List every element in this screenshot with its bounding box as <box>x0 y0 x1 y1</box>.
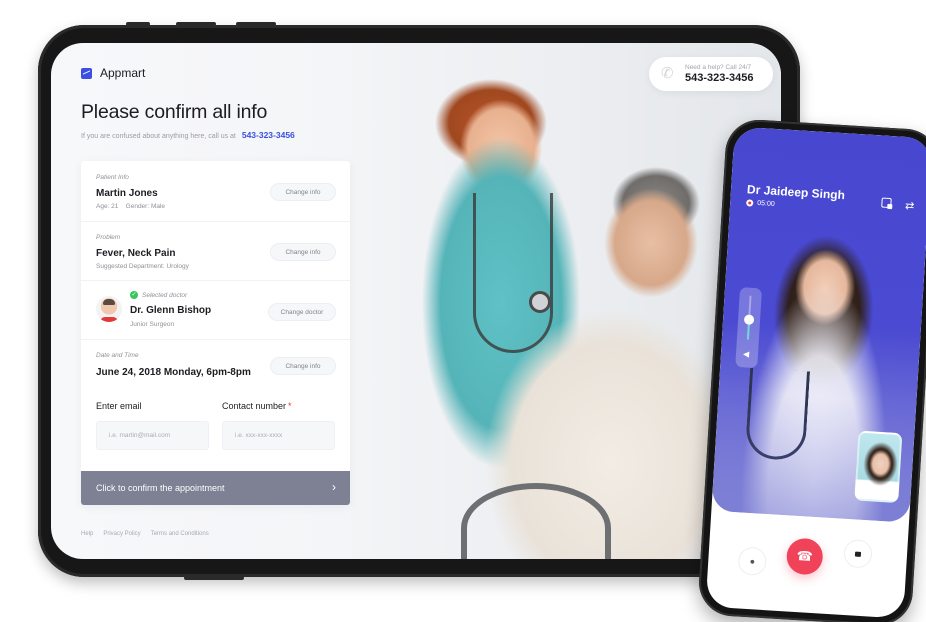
camera-toggle-button[interactable] <box>843 538 873 569</box>
help-phone-number[interactable]: 543-323-3456 <box>685 72 754 84</box>
wheelchair-shape <box>461 483 611 559</box>
call-controls: ● ☎ <box>707 531 908 593</box>
footer-link-help[interactable]: Help <box>81 531 93 537</box>
contact-number-label: Contact number * <box>222 401 292 411</box>
volume-knob[interactable] <box>743 314 755 326</box>
brand-name: Appmart <box>100 66 146 80</box>
patient-age: Age: 21 <box>96 203 119 210</box>
picture-in-picture-icon[interactable] <box>880 197 892 209</box>
page-title: Please confirm all info <box>81 101 268 123</box>
stethoscope-bell-shape <box>529 291 551 313</box>
doctor-row: ✓ Selected doctor Dr. Glenn Bishop Junio… <box>81 281 350 340</box>
patient-info-row: Patient Info Martin Jones Age: 21 Gender… <box>81 161 350 222</box>
mute-button[interactable]: ● <box>737 546 768 577</box>
volume-slider[interactable]: ◀ <box>735 287 763 369</box>
patient-name: Martin Jones <box>96 188 158 199</box>
problem-value: Fever, Neck Pain <box>96 248 176 259</box>
help-caption: Need a help? Call 24/7 <box>685 64 752 71</box>
end-call-button[interactable]: ☎ <box>785 537 824 576</box>
call-timer: 05:00 <box>746 199 775 208</box>
problem-row: Problem Fever, Neck Pain Suggested Depar… <box>81 222 350 281</box>
confirm-appointment-label: Click to confirm the appointment <box>96 483 225 493</box>
patient-info-label: Patient Info <box>96 174 129 181</box>
video-call-feed: Dr Jaideep Singh 05:00 ⇄ ◀ <box>711 126 926 523</box>
tablet-device: Appmart ✆ Need a help? Call 24/7 543-323… <box>38 22 800 580</box>
change-problem-button[interactable]: Change info <box>270 243 336 261</box>
tablet-hardware-button <box>184 576 244 580</box>
switch-camera-icon[interactable]: ⇄ <box>905 199 915 213</box>
phone-device: Dr Jaideep Singh 05:00 ⇄ ◀ ● ☎ <box>697 117 926 622</box>
doctor-name: Dr. Glenn Bishop <box>130 305 212 316</box>
footer-link-terms[interactable]: Terms and Conditions <box>151 531 209 537</box>
change-datetime-button[interactable]: Change info <box>270 357 336 375</box>
change-patient-info-button[interactable]: Change info <box>270 183 336 201</box>
check-circle-icon: ✓ <box>130 291 138 299</box>
problem-label: Problem <box>96 234 121 241</box>
tablet-hardware-button <box>236 22 276 26</box>
doctor-avatar <box>96 296 122 322</box>
subtitle-phone-link[interactable]: 543-323-3456 <box>242 130 295 140</box>
email-input[interactable] <box>96 421 209 450</box>
record-icon <box>746 199 754 207</box>
speaker-icon: ◀ <box>742 349 750 359</box>
call-time: 05:00 <box>756 199 775 208</box>
phone-icon: ✆ <box>661 65 674 82</box>
chevron-right-icon: › <box>332 480 336 494</box>
doctor-role: Junior Surgeon <box>130 321 175 328</box>
datetime-label: Date and Time <box>96 352 139 359</box>
help-call-pill[interactable]: ✆ Need a help? Call 24/7 543-323-3456 <box>649 57 773 91</box>
stethoscope-shape <box>473 193 553 353</box>
confirmation-card: Patient Info Martin Jones Age: 21 Gender… <box>81 161 350 505</box>
datetime-value: June 24, 2018 Monday, 6pm-8pm <box>96 367 251 378</box>
confirm-appointment-button[interactable]: Click to confirm the appointment › <box>81 471 350 505</box>
phone-screen: Dr Jaideep Singh 05:00 ⇄ ◀ ● ☎ <box>705 126 926 619</box>
footer-link-privacy[interactable]: Privacy Policy <box>103 531 140 537</box>
patient-gender: Gender: Male <box>125 203 166 210</box>
contact-number-input[interactable] <box>222 421 335 450</box>
tablet-hardware-button <box>126 22 150 26</box>
camera-icon <box>854 551 862 557</box>
subtitle-text: If you are confused about anything here,… <box>81 133 236 140</box>
email-label: Enter email <box>96 401 142 411</box>
change-doctor-button[interactable]: Change doctor <box>268 303 336 321</box>
patient-details: Age: 21 Gender: Male <box>96 203 165 210</box>
chart-logo-icon <box>81 67 92 79</box>
page-subtitle: If you are confused about anything here,… <box>81 130 295 140</box>
tablet-hardware-button <box>176 22 216 26</box>
stage: Appmart ✆ Need a help? Call 24/7 543-323… <box>0 0 926 622</box>
microphone-icon: ● <box>749 556 756 567</box>
tablet-screen: Appmart ✆ Need a help? Call 24/7 543-323… <box>51 43 781 559</box>
footer-links: Help Privacy Policy Terms and Conditions <box>81 531 209 537</box>
call-top-actions: ⇄ <box>880 197 915 213</box>
datetime-row: Date and Time June 24, 2018 Monday, 6pm-… <box>81 340 350 388</box>
end-call-icon: ☎ <box>796 547 814 564</box>
suggested-department: Suggested Department: Urology <box>96 263 189 270</box>
required-mark: * <box>288 401 292 411</box>
self-view-thumbnail[interactable] <box>854 430 903 504</box>
selected-doctor-label: ✓ Selected doctor <box>130 291 188 299</box>
brand-logo[interactable]: Appmart <box>81 66 145 80</box>
